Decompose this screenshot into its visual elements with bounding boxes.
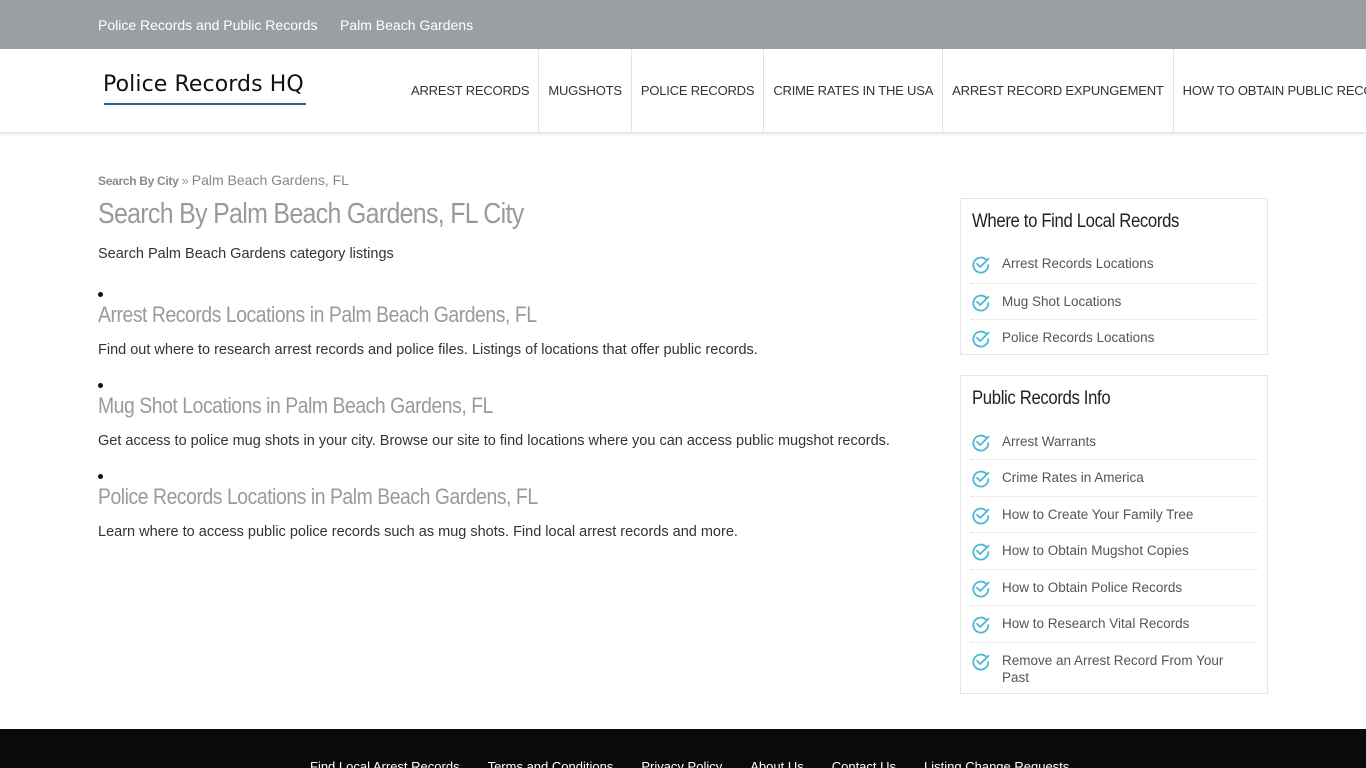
widget-title: Where to Find Local Records xyxy=(972,211,1180,232)
listing-title-arrest-records[interactable]: Arrest Records Locations in Palm Beach G… xyxy=(98,302,537,328)
nav-mugshots[interactable]: Mugshots xyxy=(539,49,632,132)
sidebar-item-mugshot-copies[interactable]: How to Obtain Mugshot Copies xyxy=(971,533,1257,570)
listing-title-police-records[interactable]: Police Records Locations in Palm Beach G… xyxy=(98,484,538,510)
topbar-link-city[interactable]: Palm Beach Gardens xyxy=(340,17,473,33)
sidebar-item-label: Arrest Records Locations xyxy=(1002,256,1154,271)
check-circle-icon xyxy=(972,294,990,312)
sidebar-item-mug-shot-locations[interactable]: Mug Shot Locations xyxy=(971,284,1257,320)
nav-crime-rates[interactable]: Crime Rates In The USA xyxy=(764,49,944,132)
sidebar-item-label: Remove an Arrest Record From Your Past xyxy=(1002,653,1224,685)
listing-title-mug-shots[interactable]: Mug Shot Locations in Palm Beach Gardens… xyxy=(98,393,493,419)
check-circle-icon xyxy=(972,543,990,561)
breadcrumb-current: Palm Beach Gardens, FL xyxy=(191,172,349,188)
main-nav: Arrest Records Mugshots Police Records C… xyxy=(402,49,1366,132)
check-circle-icon xyxy=(972,580,990,598)
footer-link-about[interactable]: About Us xyxy=(750,759,803,768)
sidebar-item-crime-rates[interactable]: Crime Rates in America xyxy=(971,460,1257,497)
sidebar-item-police-records-locations[interactable]: Police Records Locations xyxy=(971,320,1257,356)
site-header: Police Records HQ Arrest Records Mugshot… xyxy=(0,49,1366,132)
sidebar-item-family-tree[interactable]: How to Create Your Family Tree xyxy=(971,497,1257,533)
footer-link-terms[interactable]: Terms and Conditions xyxy=(488,759,614,768)
listing-description: Find out where to research arrest record… xyxy=(98,342,758,358)
logo-underline xyxy=(104,103,306,105)
listing-description: Get access to police mug shots in your c… xyxy=(98,433,890,449)
check-circle-icon xyxy=(972,616,990,634)
check-circle-icon xyxy=(972,470,990,488)
check-circle-icon xyxy=(972,434,990,452)
sidebar-item-label: Arrest Warrants xyxy=(1002,434,1097,449)
list-bullet xyxy=(98,474,103,479)
sidebar-item-label: Police Records Locations xyxy=(1002,330,1155,345)
page-intro: Search Palm Beach Gardens category listi… xyxy=(98,246,394,262)
sidebar-item-label: How to Create Your Family Tree xyxy=(1002,507,1194,522)
widget-list: Arrest Warrants Crime Rates in America H… xyxy=(971,424,1257,697)
check-circle-icon xyxy=(972,330,990,348)
widget-list: Arrest Records Locations Mug Shot Locati… xyxy=(971,247,1257,356)
footer-link-contact[interactable]: Contact Us xyxy=(832,759,896,768)
nav-police-records[interactable]: Police Records xyxy=(632,49,765,132)
check-circle-icon xyxy=(972,653,990,671)
widget-title: Public Records Info xyxy=(972,388,1111,409)
site-footer: Find Local Arrest Records Terms and Cond… xyxy=(0,729,1366,768)
sidebar-item-label: Mug Shot Locations xyxy=(1002,294,1122,309)
logo-text: Police Records HQ xyxy=(103,72,304,97)
breadcrumb-separator: » xyxy=(181,173,189,188)
sidebar-item-obtain-police-records[interactable]: How to Obtain Police Records xyxy=(971,570,1257,606)
footer-link-find-local-arrest-records[interactable]: Find Local Arrest Records xyxy=(310,759,460,768)
sidebar-item-label: How to Obtain Mugshot Copies xyxy=(1002,543,1189,558)
footer-links: Find Local Arrest Records Terms and Cond… xyxy=(310,759,1097,768)
nav-how-to-obtain-public-records[interactable]: How To Obtain Public Records xyxy=(1174,49,1366,132)
page-title: Search By Palm Beach Gardens, FL City xyxy=(98,198,524,230)
check-circle-icon xyxy=(972,256,990,274)
check-circle-icon xyxy=(972,507,990,525)
list-bullet xyxy=(98,292,103,297)
breadcrumb-link-search-by-city[interactable]: Search By City xyxy=(98,174,179,188)
listing-description: Learn where to access public police reco… xyxy=(98,524,738,540)
sidebar-item-arrest-records-locations[interactable]: Arrest Records Locations xyxy=(971,247,1257,284)
nav-arrest-records[interactable]: Arrest Records xyxy=(402,49,540,132)
sidebar-item-remove-arrest-record[interactable]: Remove an Arrest Record From Your Past xyxy=(971,643,1257,697)
topbar-link-home[interactable]: Police Records and Public Records xyxy=(98,17,317,33)
breadcrumb: Search By City» Palm Beach Gardens, FL xyxy=(98,172,349,188)
sidebar-item-label: How to Research Vital Records xyxy=(1002,616,1190,631)
sidebar-item-label: Crime Rates in America xyxy=(1002,470,1144,485)
footer-link-listing-change[interactable]: Listing Change Requests xyxy=(924,759,1069,768)
list-bullet xyxy=(98,383,103,388)
top-bar: Police Records and Public Records Palm B… xyxy=(0,0,1366,49)
sidebar-item-arrest-warrants[interactable]: Arrest Warrants xyxy=(971,424,1257,460)
sidebar-item-label: How to Obtain Police Records xyxy=(1002,580,1183,595)
sidebar-widget-public-records-info: Public Records Info Arrest Warrants Crim… xyxy=(960,375,1268,694)
site-logo[interactable]: Police Records HQ xyxy=(103,71,306,107)
sidebar-item-vital-records[interactable]: How to Research Vital Records xyxy=(971,606,1257,643)
nav-arrest-record-expungement[interactable]: Arrest Record Expungement xyxy=(943,49,1174,132)
sidebar-widget-local-records: Where to Find Local Records Arrest Recor… xyxy=(960,198,1268,355)
footer-link-privacy[interactable]: Privacy Policy xyxy=(641,759,722,768)
